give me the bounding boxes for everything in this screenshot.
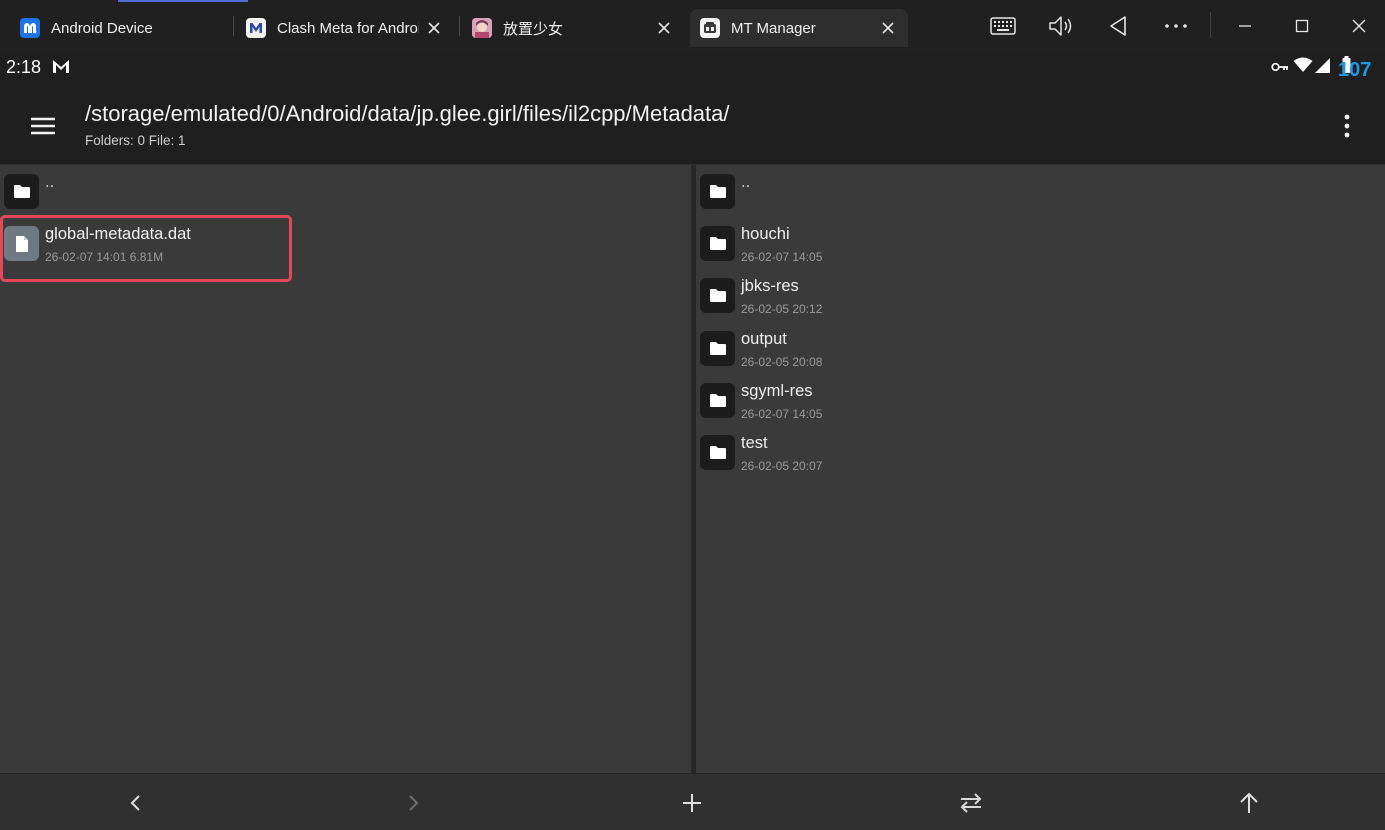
tab-close-button[interactable] xyxy=(424,18,444,38)
tab-close-button[interactable] xyxy=(654,18,674,38)
folder-row-sgyml-res[interactable]: sgyml-res 26-02-07 14:05 xyxy=(696,374,1385,426)
signal-icon xyxy=(1315,58,1330,73)
minimize-icon xyxy=(1239,25,1251,27)
navigate-back-button[interactable] xyxy=(118,788,152,818)
folder-icon xyxy=(700,174,735,209)
folder-name: output xyxy=(741,330,787,348)
tab-title: MT Manager xyxy=(731,19,816,37)
back-arrow-icon xyxy=(130,795,140,811)
folder-meta: 26-02-07 14:05 xyxy=(741,250,823,264)
hamburger-menu-icon xyxy=(31,117,55,135)
tab-separator xyxy=(459,16,460,36)
add-button[interactable] xyxy=(675,788,709,818)
go-up-button[interactable] xyxy=(1232,788,1266,818)
mt-manager-app-icon xyxy=(700,18,720,38)
maximize-button[interactable] xyxy=(1285,10,1319,42)
swap-icon xyxy=(960,793,982,813)
more-options-button[interactable] xyxy=(1159,10,1193,42)
android-status-bar: 2:18 107 xyxy=(0,51,1385,88)
more-horizontal-icon xyxy=(1165,24,1187,28)
minimize-button[interactable] xyxy=(1228,10,1262,42)
wifi-icon xyxy=(1293,57,1313,72)
app-toolbar: /storage/emulated/0/Android/data/jp.glee… xyxy=(0,88,1385,164)
folder-row-jbks-res[interactable]: jbks-res 26-02-05 20:12 xyxy=(696,269,1385,321)
folder-icon xyxy=(4,174,39,209)
android-device-app-icon xyxy=(20,18,40,38)
add-icon xyxy=(683,794,701,812)
tab-title: Android Device xyxy=(51,19,153,37)
folder-name: test xyxy=(741,434,768,452)
parent-directory-label: .. xyxy=(45,173,55,191)
file-icon xyxy=(4,226,39,261)
parent-directory-row[interactable]: .. xyxy=(696,165,1385,217)
tab-mt-manager[interactable]: MT Manager xyxy=(690,9,908,47)
tab-title: Clash Meta for Android xyxy=(277,19,419,37)
more-vertical-icon xyxy=(1344,114,1350,138)
folder-name: sgyml-res xyxy=(741,382,813,400)
battery-level-overlay: 107 xyxy=(1338,59,1372,81)
folder-name: jbks-res xyxy=(741,277,799,295)
folder-meta: 26-02-05 20:07 xyxy=(741,459,823,473)
vpn-key-icon xyxy=(1271,62,1288,72)
window-tab-bar: Android Device Clash Meta for Android 放置… xyxy=(0,0,1385,51)
drawer-menu-button[interactable] xyxy=(22,106,64,146)
up-arrow-icon xyxy=(1240,792,1258,813)
window-controls-separator xyxy=(1210,12,1211,38)
back-triangle-icon xyxy=(1110,16,1126,36)
keyboard-icon xyxy=(990,17,1016,35)
file-row-global-metadata[interactable]: global-metadata.dat 26-02-07 14:01 6.81M xyxy=(0,217,691,269)
tab-clash-meta[interactable]: Clash Meta for Android xyxy=(236,9,454,47)
folder-row-test[interactable]: test 26-02-05 20:07 xyxy=(696,426,1385,478)
clash-meta-app-icon xyxy=(246,18,266,38)
folder-row-output[interactable]: output 26-02-05 20:08 xyxy=(696,322,1385,374)
overflow-menu-button[interactable] xyxy=(1332,108,1362,144)
tab-game[interactable]: 放置少女 xyxy=(462,9,684,47)
tab-title: 放置少女 xyxy=(503,20,564,38)
folder-meta: 26-02-05 20:12 xyxy=(741,302,823,316)
tab-close-button[interactable] xyxy=(878,18,898,38)
folder-icon xyxy=(700,331,735,366)
status-clock: 2:18 xyxy=(6,57,42,77)
current-path: /storage/emulated/0/Android/data/jp.glee… xyxy=(85,101,730,126)
maximize-icon xyxy=(1295,19,1309,33)
keyboard-button[interactable] xyxy=(986,10,1020,42)
close-icon xyxy=(658,22,670,34)
folder-meta: 26-02-05 20:08 xyxy=(741,355,823,369)
tab-android-device[interactable]: Android Device xyxy=(10,9,232,47)
folder-icon xyxy=(700,278,735,313)
folder-icon xyxy=(700,226,735,261)
game-app-icon xyxy=(472,18,492,38)
navigate-forward-button[interactable] xyxy=(397,788,431,818)
gmail-m-icon xyxy=(51,57,71,80)
file-name: global-metadata.dat xyxy=(45,225,191,243)
parent-directory-label: .. xyxy=(741,173,751,191)
forward-arrow-icon xyxy=(409,795,419,811)
folder-icon xyxy=(700,435,735,470)
right-file-pane: .. houchi 26-02-07 14:05 jbks-res 26-02-… xyxy=(696,165,1385,773)
tab-accent-line xyxy=(118,0,248,2)
file-meta: 26-02-07 14:01 6.81M xyxy=(45,250,164,264)
bottom-action-bar xyxy=(0,773,1385,830)
close-window-button[interactable] xyxy=(1342,10,1376,42)
back-button[interactable] xyxy=(1101,10,1135,42)
swap-panes-button[interactable] xyxy=(954,788,988,818)
left-file-pane: .. global-metadata.dat 26-02-07 14:01 6.… xyxy=(0,165,691,773)
folder-meta: 26-02-07 14:05 xyxy=(741,407,823,421)
close-icon xyxy=(1352,19,1366,33)
folder-file-counts: Folders: 0 File: 1 xyxy=(85,133,186,148)
folder-row-houchi[interactable]: houchi 26-02-07 14:05 xyxy=(696,217,1385,269)
tab-separator xyxy=(233,16,234,36)
volume-icon xyxy=(1049,16,1072,36)
close-icon xyxy=(882,22,894,34)
folder-name: houchi xyxy=(741,225,790,243)
volume-button[interactable] xyxy=(1044,10,1078,42)
close-icon xyxy=(428,22,440,34)
parent-directory-row[interactable]: .. xyxy=(0,165,691,217)
folder-icon xyxy=(700,383,735,418)
